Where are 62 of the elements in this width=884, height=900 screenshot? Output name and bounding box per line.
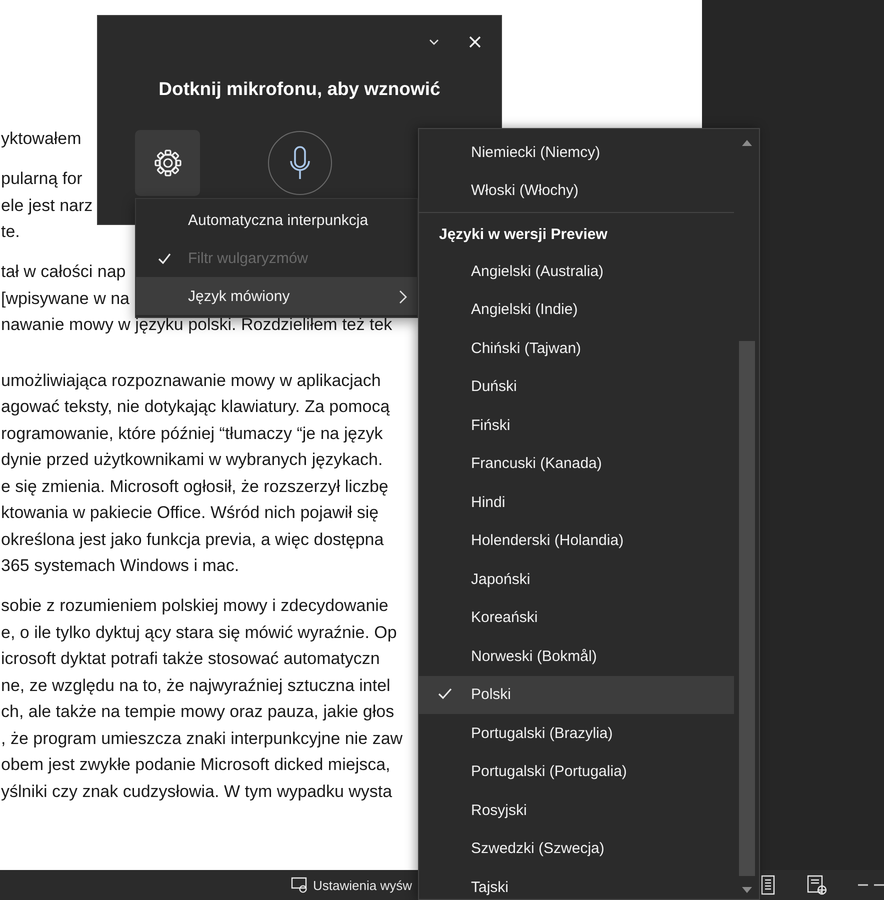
language-menu-item[interactable]: Portugalski (Portugalia) xyxy=(419,752,734,791)
document-text-line: ch, ale także na tempie mowy oraz pauza, jakie głos xyxy=(1,701,394,723)
settings-icon xyxy=(152,148,182,178)
language-menu-item[interactable]: Norweski (Bokmål) xyxy=(419,637,734,676)
document-text-line: określona jest jako funkcja previa, a więc dostępna xyxy=(1,528,384,550)
display-settings-label[interactable]: Ustawienia wyśw xyxy=(313,878,412,892)
check-icon xyxy=(438,688,452,700)
document-text-line: tał w całości nap xyxy=(1,261,126,283)
document-text-line: yktowałem xyxy=(1,128,82,150)
display-settings-icon xyxy=(290,876,310,894)
document-text-line: icrosoft dyktat potrafi także stosować automatyczn xyxy=(1,648,380,670)
scrollbar-thumb[interactable] xyxy=(739,341,755,876)
dictation-status-title: Dotknij mikrofonu, aby wznowić xyxy=(158,78,442,100)
language-menu-item[interactable]: Holenderski (Holandia) xyxy=(419,522,734,560)
scroll-down-icon[interactable] xyxy=(742,887,752,893)
language-menu-item[interactable]: Niemiecki (Niemcy) xyxy=(419,133,734,172)
document-text-line: rogramowanie, które później “tłumaczy “je na język xyxy=(1,422,383,444)
document-text-line: ktowania w pakiecie Office. Wśród nich pojawił się xyxy=(1,502,379,524)
document-text-line: te. xyxy=(1,221,20,243)
web-layout-icon[interactable] xyxy=(806,875,828,895)
settings-menu-item[interactable]: Automatyczna interpunkcja xyxy=(136,201,417,239)
document-text-line: e, o ile tylko dyktuj ący stara się mówić wyraźnie. Op xyxy=(1,622,397,644)
language-menu-item[interactable]: Włoski (Włochy) xyxy=(419,172,734,210)
document-text-line: dynie przed użytkownikami w wybranych językach. xyxy=(1,449,383,471)
scroll-up-icon[interactable] xyxy=(742,140,752,146)
document-text-line: ne, ze względu na to, że najwyraźniej sztuczna intel xyxy=(1,674,390,696)
microphone-button[interactable] xyxy=(268,131,332,195)
language-menu-item[interactable]: Szwedzki (Szwecja) xyxy=(419,830,734,868)
document-text-line: pularną for xyxy=(1,168,82,190)
language-group-header: Języki w wersji Preview xyxy=(438,225,608,245)
zoom-slider-drawing[interactable] xyxy=(858,882,884,888)
chevron-right-icon xyxy=(399,290,407,304)
document-text-line: agować teksty, nie dotykając klawiatury. Za pomocą xyxy=(1,396,390,418)
document-text-line: , że program umieszcza znaki interpunkcyjne nie zaw xyxy=(1,728,403,750)
language-menu-item[interactable]: Koreański xyxy=(419,598,734,637)
microphone-icon xyxy=(289,146,311,180)
language-menu-item[interactable]: Francuski (Kanada) xyxy=(419,444,734,483)
document-text-line: [wpisywane w na xyxy=(1,288,130,310)
print-layout-icon[interactable] xyxy=(760,875,776,895)
language-menu-item[interactable]: Polski xyxy=(419,676,734,714)
language-menu-item[interactable]: Angielski (Australia) xyxy=(419,252,734,290)
settings-menu-item[interactable]: Język mówiony xyxy=(136,277,417,315)
document-text-line: e się zmienia. Microsoft ogłosił, że rozszerzył liczbę xyxy=(1,476,388,498)
document-text-line: sobie z rozumieniem polskiej mowy i zdecydowanie xyxy=(1,595,388,617)
close-icon[interactable] xyxy=(469,36,481,48)
language-menu-item[interactable]: Angielski (Indie) xyxy=(419,290,734,329)
language-menu-item[interactable]: Portugalski (Brazylia) xyxy=(419,714,734,752)
document-text-line: 365 systemach Windows i mac. xyxy=(1,555,240,577)
document-text-line: ele jest narz xyxy=(1,194,93,216)
language-menu-item[interactable]: Chiński (Tajwan) xyxy=(419,329,734,368)
language-menu-item[interactable]: Hindi xyxy=(419,483,734,522)
document-text-line: umożliwiająca rozpoznawanie mowy w aplikacjach xyxy=(1,370,381,392)
document-text-line: nawanie mowy w języku polski. Rozdzieliłem też tek xyxy=(1,314,392,336)
chevron-down-icon[interactable] xyxy=(429,39,439,45)
language-menu-item[interactable]: Fiński xyxy=(419,406,734,444)
language-menu-item[interactable]: Japoński xyxy=(419,560,734,598)
document-text-line: obem jest zwykłe podanie Microsoft dicked miejsca, xyxy=(1,754,390,776)
settings-button[interactable] xyxy=(135,130,200,196)
language-menu-item[interactable]: Tajski xyxy=(419,868,734,900)
language-menu-item[interactable]: Duński xyxy=(419,368,734,406)
document-text-line: yślniki czy znak cudzysłowia. W tym wypadku wysta xyxy=(1,780,392,802)
language-menu-item[interactable]: Rosyjski xyxy=(419,791,734,830)
